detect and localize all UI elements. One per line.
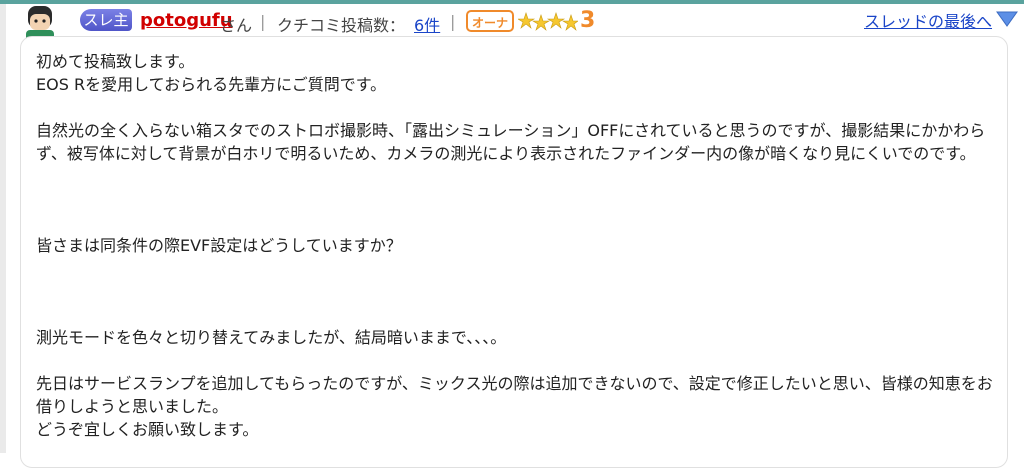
honorific: さん (220, 16, 253, 35)
owner-badge: オーナー (466, 10, 514, 52)
separator-2: | (450, 12, 456, 31)
rank-number: 3 (580, 8, 596, 33)
post-paragraph-4: 測光モードを色々と切り替えてみましたが、結局暗いままで、、、。 (36, 328, 507, 347)
post-paragraph-1: 初めて投稿致します。 EOS Rを愛用しておられる先輩方にご質問です。 (36, 52, 387, 94)
post-body: 初めて投稿致します。 EOS Rを愛用しておられる先輩方にご質問です。 自然光の… (36, 50, 996, 441)
down-arrow-icon[interactable] (994, 8, 1020, 30)
post-header: スレ主 potogufu さん | クチコミ投稿数： 6件 | オーナー 3 ス… (14, 4, 1018, 52)
left-stripe (0, 4, 6, 453)
thread-last-link[interactable]: スレッドの最後へ (864, 8, 992, 32)
post-paragraph-5: 先日はサービスランプを追加してもらったのですが、ミックス光の際は追加できないので… (36, 374, 993, 439)
thread-owner-badge: スレ主 (80, 9, 132, 31)
post-paragraph-3: 皆さまは同条件の際EVF設定はどうしていますか？ (36, 236, 402, 255)
separator-1: | (260, 12, 266, 31)
username-link[interactable]: potogufu (140, 10, 233, 31)
review-count-label: クチコミ投稿数： (277, 16, 406, 35)
post-paragraph-2: 自然光の全く入らない箱スタでのストロボ撮影時、「露出シミュレーション」OFFにさ… (36, 121, 986, 163)
star-rank-icon (518, 12, 578, 31)
review-count-link[interactable]: 6件 (414, 12, 440, 36)
